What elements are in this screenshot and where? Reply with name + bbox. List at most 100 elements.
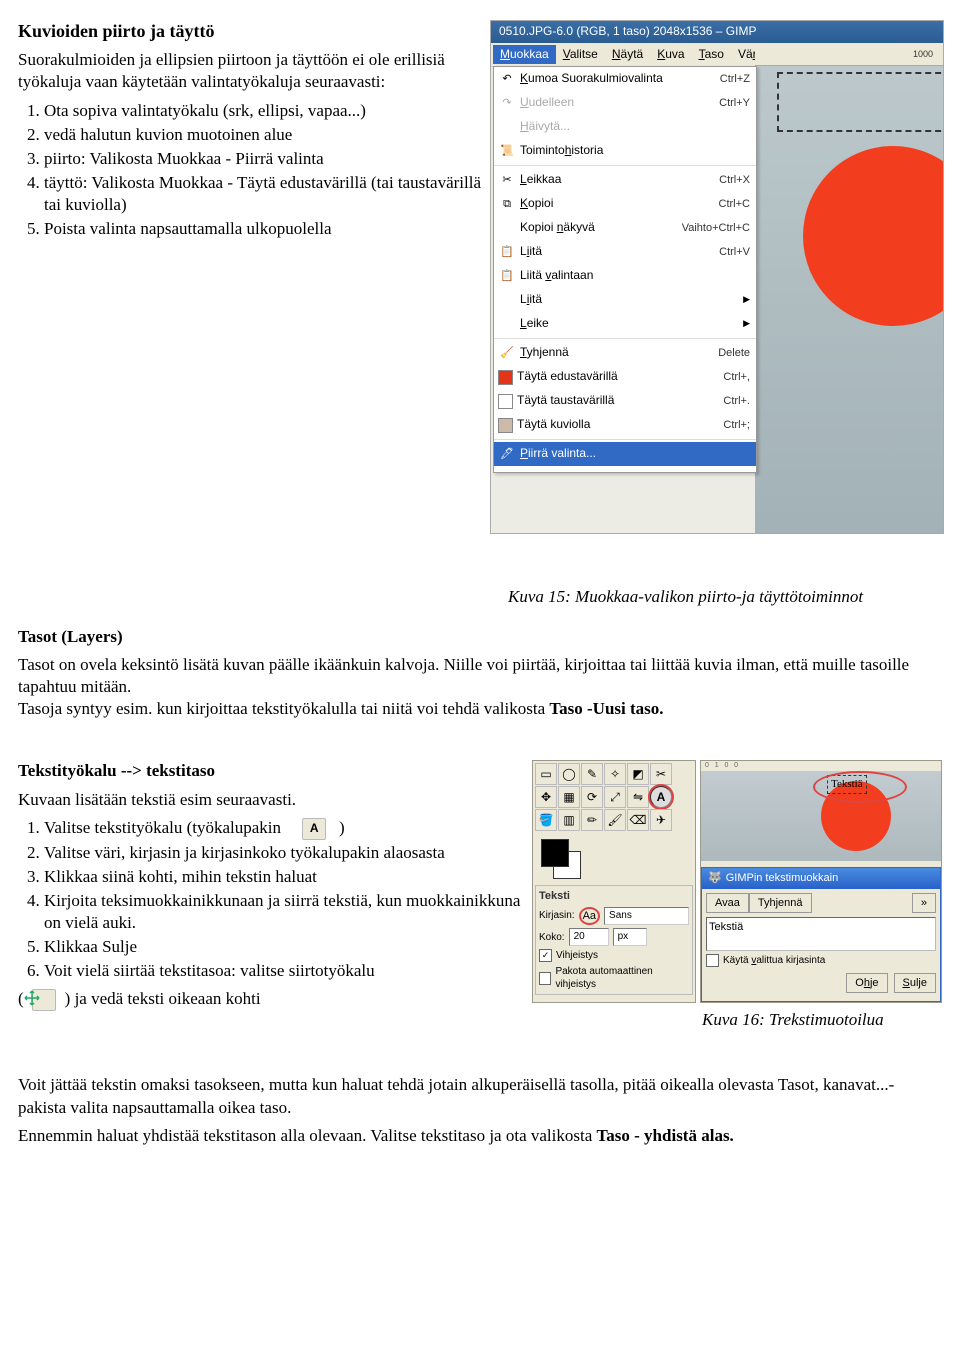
menu-nayta[interactable]: Näytä <box>605 45 650 65</box>
label-kirjasin: Kirjasin: <box>539 909 575 922</box>
gimp-window: 0510.JPG-6.0 (RGB, 1 taso) 2048x1536 – G… <box>490 20 944 534</box>
btn-more[interactable]: » <box>912 893 936 913</box>
mi-tyhjenna[interactable]: 🧹 Tyhjennä Delete <box>494 341 756 365</box>
chk-hinting[interactable]: ✓Vihjeistys <box>539 949 689 962</box>
heading-texttool: Tekstityökalu --> tekstitaso <box>18 760 528 782</box>
btn-avaa[interactable]: Avaa <box>706 893 749 913</box>
fill-fg-icon <box>498 370 513 385</box>
mi-kopioi-nakyva[interactable]: Kopioi näkyvä Vaihto+Ctrl+C <box>494 216 756 240</box>
menu-valitse[interactable]: Valitse <box>556 45 605 65</box>
toolbox[interactable]: ▭ ◯ ✎ ✧ ◩ ✂ ✥ ▦ ⟳ ⤢ ⇋ A 🪣 ▥ <box>532 760 696 1003</box>
font-size[interactable]: 20 <box>569 928 609 946</box>
tool-free-icon[interactable]: ✎ <box>581 763 603 785</box>
btn-tyhjenna[interactable]: Tyhjennä <box>749 893 812 913</box>
tool-text-icon[interactable]: A <box>650 786 672 808</box>
mi-kumoa[interactable]: ↶ Kumoa Suorakulmiovalinta Ctrl+Z <box>494 67 756 91</box>
menu-taso[interactable]: Taso <box>692 45 731 65</box>
fig15-caption: Kuva 15: Muokkaa-valikon piirto-ja täytt… <box>508 586 942 608</box>
font-chooser[interactable]: Aa <box>579 907 600 925</box>
redo-icon: ↷ <box>498 95 516 111</box>
gimp-wilber-icon: 🐺 <box>708 871 722 885</box>
btn-sulje[interactable]: Sulje <box>894 973 936 993</box>
mi-liita-valintaan[interactable]: 📋 Liitä valintaan <box>494 264 756 288</box>
step-1: Ota sopiva valintatyökalu (srk, ellipsi,… <box>44 100 486 122</box>
tool-blend-icon[interactable]: ▥ <box>558 809 580 831</box>
tool-align-icon[interactable]: ▦ <box>558 786 580 808</box>
canvas[interactable] <box>755 66 943 533</box>
clear-icon: 🧹 <box>498 345 516 361</box>
steps-list-2: Valitse tekstityökalu (työkalupakin A ) … <box>44 817 528 983</box>
ruler: 1000 <box>755 49 943 66</box>
mi-liita2[interactable]: Liitä ▶ <box>494 288 756 312</box>
tool-rect-icon[interactable]: ▭ <box>535 763 557 785</box>
chk-autohint[interactable]: Pakota automaattinen vihjeistys <box>539 965 689 991</box>
tool-eraser-icon[interactable]: ⌫ <box>627 809 649 831</box>
heading-main: Kuvioiden piirto ja täyttö <box>18 20 486 43</box>
step2-4: Kirjoita teksimuokkainikkunaan ja siirrä… <box>44 890 528 934</box>
tool-brush-icon[interactable]: 🖌 <box>604 809 626 831</box>
mi-kopioi[interactable]: ⧉ Kopioi Ctrl+C <box>494 192 756 216</box>
muokkaa-menu[interactable]: ↶ Kumoa Suorakulmiovalinta Ctrl+Z ↷ Uude… <box>493 66 757 473</box>
highlight-circle <box>813 771 907 803</box>
copy-icon: ⧉ <box>498 196 516 212</box>
step2-6: Voit vielä siirtää tekstitasoa: valitse … <box>44 960 528 982</box>
menu-kuva[interactable]: Kuva <box>650 45 691 65</box>
tool-fuzzy-icon[interactable]: ✧ <box>604 763 626 785</box>
step2-7: ( ) ja vedä teksti oikeaan kohti <box>18 988 528 1011</box>
tool-move-icon[interactable]: ✥ <box>535 786 557 808</box>
font-unit[interactable]: px <box>613 928 647 946</box>
fig16-caption: Kuva 16: Trekstimuotoilua <box>702 1009 942 1031</box>
step-3: piirto: Valikosta Muokkaa - Piirrä valin… <box>44 148 486 170</box>
gimp-title: 0510.JPG-6.0 (RGB, 1 taso) 2048x1536 – G… <box>491 21 943 43</box>
mi-tayta-tausta[interactable]: Täytä taustavärillä Ctrl+. <box>494 389 756 413</box>
selection-rect <box>777 72 943 132</box>
stroke-icon: 🖊 <box>498 446 516 462</box>
chk-use-font[interactable]: Käytä valittua kirjasinta <box>706 954 936 967</box>
tool-pencil-icon[interactable]: ✏ <box>581 809 603 831</box>
ruler-top: 0 1 0 0 <box>701 761 941 771</box>
tool-ellipse-icon[interactable]: ◯ <box>558 763 580 785</box>
gimp-panels: ▭ ◯ ✎ ✧ ◩ ✂ ✥ ▦ ⟳ ⤢ ⇋ A 🪣 ▥ <box>532 760 942 1003</box>
tool-crop-icon[interactable]: ✂ <box>650 763 672 785</box>
text-tool-icon: A <box>302 818 326 840</box>
text-editor-window[interactable]: 🐺 GIMPin tekstimuokkain Avaa Tyhjennä » … <box>701 867 941 1002</box>
tool-scale-icon[interactable]: ⤢ <box>604 786 626 808</box>
mi-haivyta: Häivytä... <box>494 115 756 139</box>
mi-leike[interactable]: Leike ▶ <box>494 312 756 336</box>
tool-rotate-icon[interactable]: ⟳ <box>581 786 603 808</box>
tool-color-icon[interactable]: ◩ <box>627 763 649 785</box>
mi-tayta-kuvio[interactable]: Täytä kuviolla Ctrl+; <box>494 413 756 437</box>
editor-textarea[interactable]: Tekstiä <box>706 917 936 951</box>
mi-piirra[interactable]: 🖊 Piirrä valinta... <box>494 442 756 466</box>
fg-bg-swatch[interactable] <box>535 837 693 881</box>
mi-tayta-edusta[interactable]: Täytä edustavärillä Ctrl+, <box>494 365 756 389</box>
step2-2: Valitse väri, kirjasin ja kirjasinkoko t… <box>44 842 528 864</box>
step2-3: Klikkaa siinä kohti, mihin tekstin halua… <box>44 866 528 888</box>
paste-icon: 📋 <box>498 244 516 260</box>
chevron-right-icon: ▶ <box>743 318 750 330</box>
tool-bucket-icon[interactable]: 🪣 <box>535 809 557 831</box>
red-circle <box>803 146 943 326</box>
canvas-preview: 0 1 0 0 Tekstiä 🐺 GIMPin tekstimuokkain … <box>700 760 942 1003</box>
font-name[interactable]: Sans <box>604 907 689 925</box>
mi-uudelleen: ↷ Uudelleen Ctrl+Y <box>494 91 756 115</box>
history-icon: 📜 <box>498 143 516 159</box>
menu-muokkaa[interactable]: MMuokkaauokkaa <box>493 45 556 65</box>
fill-bg-icon <box>498 394 513 409</box>
add-text-intro: Kuvaan lisätään tekstiä esim seuraavasti… <box>18 789 528 811</box>
para-after-b: Ennemmin haluat yhdistää tekstitason all… <box>18 1125 942 1147</box>
editor-title: GIMPin tekstimuokkain <box>726 871 838 885</box>
mi-liita[interactable]: 📋 Liitä Ctrl+V <box>494 240 756 264</box>
fg-swatch[interactable] <box>541 839 569 867</box>
btn-ohje[interactable]: Ohje <box>846 973 887 993</box>
move-tool-icon <box>32 989 56 1011</box>
step2-1: Valitse tekstityökalu (työkalupakin A ) <box>44 817 528 840</box>
mi-leikkaa[interactable]: ✂ Leikkaa Ctrl+X <box>494 168 756 192</box>
mi-historia[interactable]: 📜 Toimintohistoria <box>494 139 756 163</box>
tool-airbrush-icon[interactable]: ✈ <box>650 809 672 831</box>
chevron-right-icon: ▶ <box>743 294 750 306</box>
section-teksti: Teksti <box>539 889 689 903</box>
step-2: vedä halutun kuvion muotoinen alue <box>44 124 486 146</box>
heading-tasot: Tasot (Layers) <box>18 626 942 648</box>
tool-flip-icon[interactable]: ⇋ <box>627 786 649 808</box>
